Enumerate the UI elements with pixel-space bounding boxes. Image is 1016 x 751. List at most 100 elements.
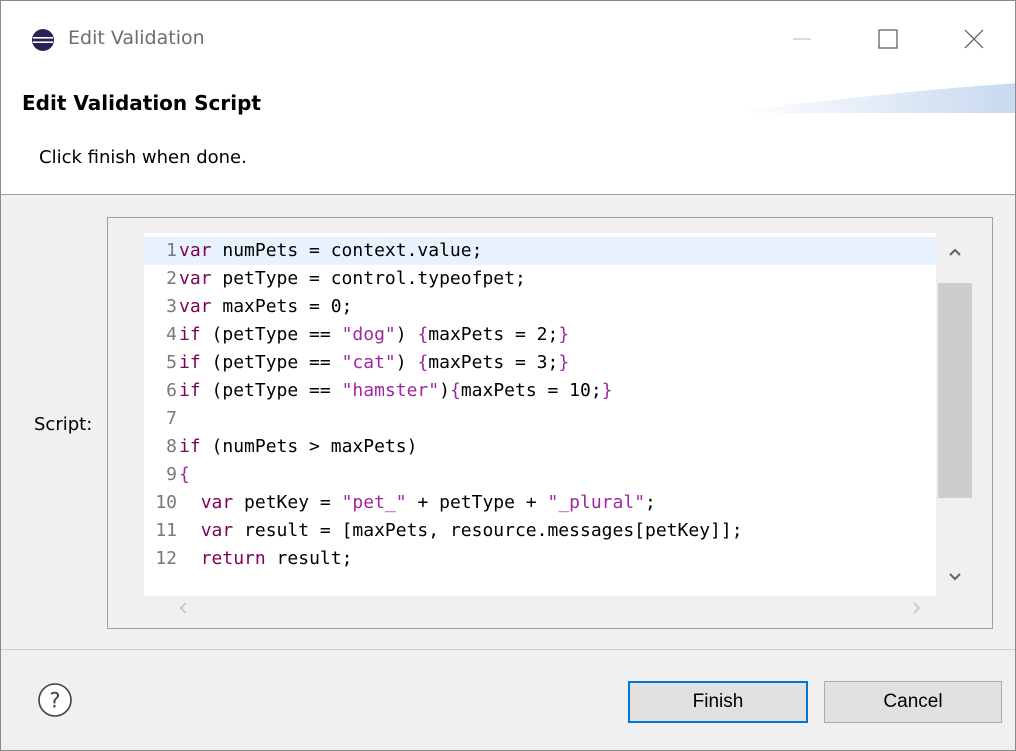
code-text: return result; xyxy=(177,548,353,569)
scroll-left-button[interactable] xyxy=(174,598,194,618)
code-token: return xyxy=(200,548,266,569)
code-token: { xyxy=(417,324,429,345)
scroll-down-button[interactable] xyxy=(936,558,974,596)
title-bar[interactable]: Edit Validation xyxy=(1,1,1015,79)
code-area[interactable]: 1 var numPets = context.value; 2 var petTyp… xyxy=(144,233,936,596)
help-icon[interactable]: ? xyxy=(37,682,73,718)
dialog-header: Edit Validation Script Click finish when… xyxy=(1,79,1015,195)
chevron-left-icon xyxy=(179,602,187,614)
line-number: 5 xyxy=(166,352,177,373)
script-editor[interactable]: 1 var numPets = context.value; 2 var petTyp… xyxy=(144,233,974,596)
code-line[interactable]: 4 if (petType == "dog") {maxPets = 2;} xyxy=(144,321,936,349)
code-token: maxPets = 2; xyxy=(428,324,559,345)
code-text: var petType = control.typeofpet; xyxy=(177,268,526,289)
line-number: 6 xyxy=(166,380,177,401)
code-line[interactable]: 10 var petKey = "pet_" + petType + "_plu… xyxy=(144,489,936,517)
code-token: { xyxy=(179,464,190,485)
code-token: (petType == xyxy=(200,380,342,401)
code-token: (petType == xyxy=(200,324,342,345)
code-text: var numPets = context.value; xyxy=(177,240,482,261)
code-token: if xyxy=(179,436,201,457)
code-line[interactable]: 9{ xyxy=(144,461,936,489)
code-text: var petKey = "pet_" + petType + "_plural… xyxy=(177,492,656,513)
window-title: Edit Validation xyxy=(68,27,205,49)
vertical-scrollbar[interactable] xyxy=(936,233,974,596)
cancel-button[interactable]: Cancel xyxy=(824,681,1002,723)
scroll-up-button[interactable] xyxy=(936,233,974,271)
code-token: { xyxy=(417,352,429,373)
code-token: maxPets = 10; xyxy=(460,380,602,401)
script-label: Script: xyxy=(34,414,93,435)
banner-graphic xyxy=(741,83,1015,113)
code-text: if (petType == "cat") {maxPets = 3;} xyxy=(177,352,569,373)
code-token: if xyxy=(179,380,201,401)
code-line[interactable]: 3 var maxPets = 0; xyxy=(144,293,936,321)
line-number: 11 xyxy=(155,520,177,541)
chevron-up-icon xyxy=(949,248,961,256)
code-text: { xyxy=(177,464,190,485)
horizontal-scrollbar[interactable] xyxy=(144,596,936,620)
code-line[interactable]: 8 if (numPets > maxPets) xyxy=(144,433,936,461)
footer-divider xyxy=(1,649,1015,650)
code-text: var result = [maxPets, resource.messages… xyxy=(177,520,743,541)
code-token: "cat" xyxy=(341,352,396,373)
code-line[interactable]: 12 return result; xyxy=(144,545,936,573)
line-number: 1 xyxy=(166,240,177,261)
code-token: ; xyxy=(645,492,656,513)
line-number: 9 xyxy=(166,464,177,485)
code-token: "dog" xyxy=(341,324,396,345)
code-token: (petType == xyxy=(200,352,342,373)
scroll-right-button[interactable] xyxy=(906,598,926,618)
code-token: ) xyxy=(395,324,418,345)
code-token: var xyxy=(200,492,234,513)
script-editor-frame: 1 var numPets = context.value; 2 var petTyp… xyxy=(107,217,993,629)
code-token: result; xyxy=(265,548,353,569)
code-text: if (numPets > maxPets) xyxy=(177,436,417,457)
minimize-button[interactable] xyxy=(773,15,831,63)
code-token: maxPets = 0; xyxy=(211,296,353,317)
code-token: var xyxy=(179,268,212,289)
maximize-button[interactable] xyxy=(859,15,917,63)
code-token: if xyxy=(179,324,201,345)
close-icon xyxy=(964,29,984,49)
edit-validation-dialog: Edit Validation Edit Validation Script C… xyxy=(0,0,1016,751)
code-line[interactable]: 6 if (petType == "hamster"){maxPets = 10;… xyxy=(144,377,936,405)
eclipse-icon xyxy=(32,29,54,51)
code-token: maxPets = 3; xyxy=(428,352,559,373)
chevron-right-icon xyxy=(913,602,921,614)
code-text: if (petType == "dog") {maxPets = 2;} xyxy=(177,324,569,345)
code-line[interactable]: 7 xyxy=(144,405,936,433)
finish-button[interactable]: Finish xyxy=(628,681,808,723)
code-line[interactable]: 5 if (petType == "cat") {maxPets = 3;} xyxy=(144,349,936,377)
code-token: numPets = context.value; xyxy=(211,240,483,261)
line-number: 3 xyxy=(166,296,177,317)
code-token: { xyxy=(449,380,461,401)
code-line[interactable]: 11 var result = [maxPets, resource.messa… xyxy=(144,517,936,545)
line-number: 10 xyxy=(155,492,177,513)
code-token: + petType + xyxy=(406,492,548,513)
close-button[interactable] xyxy=(945,15,1003,63)
line-number: 4 xyxy=(166,324,177,345)
code-token: var xyxy=(179,240,212,261)
code-token: "pet_" xyxy=(341,492,407,513)
chevron-down-icon xyxy=(949,573,961,581)
code-token: if xyxy=(179,352,201,373)
code-line[interactable]: 2 var petType = control.typeofpet; xyxy=(144,265,936,293)
code-token: petType = control.typeofpet; xyxy=(211,268,526,289)
code-token: petKey = xyxy=(233,492,342,513)
header-message: Click finish when done. xyxy=(39,147,247,168)
page-title: Edit Validation Script xyxy=(22,91,261,115)
code-token: } xyxy=(558,324,570,345)
code-token: (numPets > maxPets) xyxy=(200,436,418,457)
line-number: 12 xyxy=(155,548,177,569)
code-token: ) xyxy=(395,352,418,373)
scrollbar-thumb[interactable] xyxy=(938,283,972,498)
code-text: if (petType == "hamster"){maxPets = 10;} xyxy=(177,380,613,401)
code-line[interactable]: 1 var numPets = context.value; xyxy=(144,237,936,265)
code-token: } xyxy=(558,352,570,373)
code-token: var xyxy=(200,520,234,541)
code-token: var xyxy=(179,296,212,317)
